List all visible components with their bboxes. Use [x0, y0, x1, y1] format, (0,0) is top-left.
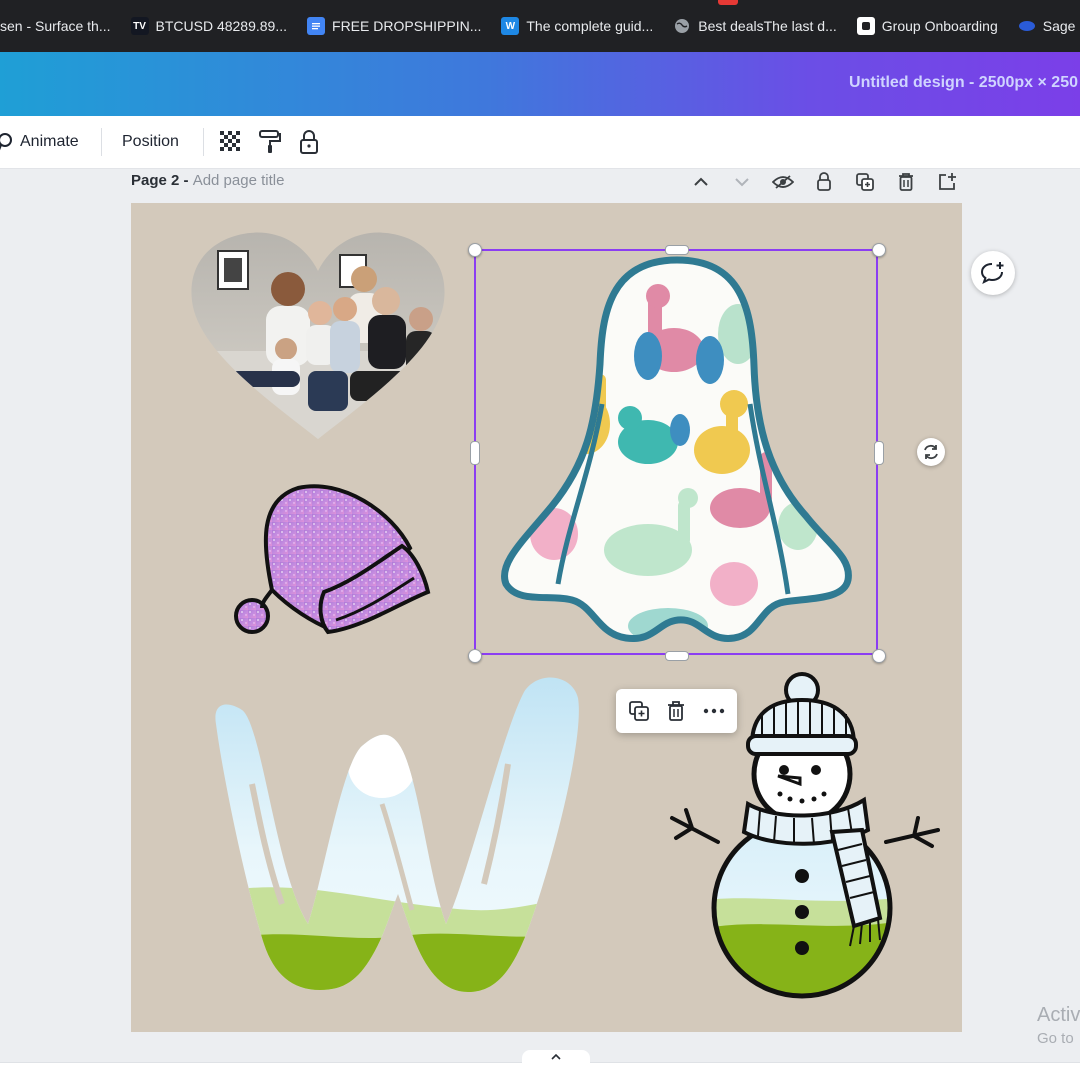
animate-icon: [0, 133, 12, 151]
resize-handle-left[interactable]: [470, 441, 480, 465]
resize-handle-top-left[interactable]: [468, 243, 482, 257]
bookmark-label: sen - Surface th...: [0, 18, 111, 34]
rotate-handle[interactable]: [917, 438, 945, 466]
paint-roller-icon[interactable]: [256, 128, 284, 156]
bookmarks-bar: sen - Surface th... TV BTCUSD 48289.89..…: [0, 0, 1080, 52]
selection-frame: [474, 249, 878, 655]
lock-icon[interactable]: [295, 128, 323, 156]
bookmark-surface[interactable]: sen - Surface th...: [0, 18, 111, 34]
bookmark-complete-guide[interactable]: W The complete guid...: [501, 17, 653, 35]
rotate-icon: [924, 444, 938, 460]
docs-icon: [307, 17, 326, 35]
tradingview-icon: TV: [130, 17, 149, 35]
bookmark-label: Best dealsThe last d...: [698, 18, 837, 34]
sage-icon: [1018, 17, 1036, 35]
app-icon: [856, 17, 875, 35]
windows-activation-watermark: Activ: [1037, 1004, 1080, 1026]
bottom-bar: [0, 1062, 1080, 1081]
add-page-icon[interactable]: [935, 170, 959, 194]
bookmark-dropshipping[interactable]: FREE DROPSHIPPIN...: [307, 17, 481, 35]
page-title-input[interactable]: Add page title: [193, 172, 285, 189]
position-button[interactable]: Position: [122, 130, 179, 154]
bookmark-label: Group Onboarding: [881, 18, 998, 34]
bookmark-label: FREE DROPSHIPPIN...: [332, 18, 482, 34]
tab-indicator: [718, 0, 738, 5]
editor-header: Untitled design - 2500px × 250: [0, 52, 1080, 116]
bookmark-group-onboarding[interactable]: Group Onboarding: [856, 17, 998, 35]
pages-panel-toggle[interactable]: [522, 1050, 590, 1064]
bookmark-app-icon: W: [501, 17, 520, 35]
globe-icon: [673, 17, 691, 35]
resize-handle-top-right[interactable]: [872, 243, 886, 257]
letter-w-landscape[interactable]: [212, 674, 582, 999]
lock-page-icon[interactable]: [812, 170, 836, 194]
toolbar-divider: [203, 128, 204, 156]
page-label: Page 2 - Add page title: [131, 172, 284, 189]
transparency-icon[interactable]: [217, 128, 245, 156]
bookmark-label: Sage SES878 B: [1042, 18, 1080, 34]
family-photo-heart[interactable]: [190, 231, 446, 446]
chevron-down-icon[interactable]: [730, 170, 754, 194]
comment-plus-icon: [980, 262, 1004, 284]
resize-handle-bottom[interactable]: [665, 651, 689, 661]
animate-button[interactable]: Animate: [0, 130, 79, 154]
resize-handle-top[interactable]: [665, 245, 689, 255]
bookmark-sage[interactable]: Sage SES878 B: [1018, 17, 1080, 35]
toolbar-divider: [101, 128, 102, 156]
duplicate-icon[interactable]: [624, 696, 654, 726]
bookmark-best-deals[interactable]: Best dealsThe last d...: [673, 17, 837, 35]
resize-handle-bottom-left[interactable]: [468, 649, 482, 663]
editor-toolbar: Animate Position: [0, 116, 1080, 169]
windows-activation-subtext: Go to: [1037, 1030, 1074, 1047]
add-comment-button[interactable]: [971, 251, 1015, 295]
animate-label: Animate: [20, 133, 79, 150]
bookmark-btcusd[interactable]: TV BTCUSD 48289.89...: [130, 17, 288, 35]
page-number: Page 2 -: [131, 172, 193, 189]
page-actions: [689, 170, 959, 194]
bookmark-label: The complete guid...: [526, 18, 654, 34]
delete-page-icon[interactable]: [894, 170, 918, 194]
glitter-santa-hat[interactable]: [232, 482, 434, 651]
resize-handle-bottom-right[interactable]: [872, 649, 886, 663]
resize-handle-right[interactable]: [874, 441, 884, 465]
duplicate-page-icon[interactable]: [853, 170, 877, 194]
snowman[interactable]: [656, 670, 946, 1005]
position-label: Position: [122, 133, 179, 150]
chevron-up-icon[interactable]: [689, 170, 713, 194]
document-title[interactable]: Untitled design - 2500px × 250: [849, 74, 1078, 92]
bookmark-label: BTCUSD 48289.89...: [155, 18, 288, 34]
chevron-up-icon: [551, 1054, 561, 1060]
hide-page-icon[interactable]: [771, 170, 795, 194]
